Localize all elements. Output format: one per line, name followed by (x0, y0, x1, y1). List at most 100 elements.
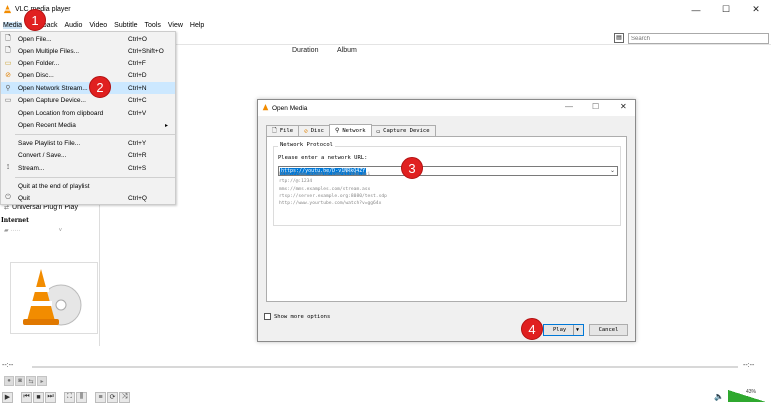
menu-tools[interactable]: Tools (145, 22, 161, 29)
chevron-down-icon[interactable]: ▼ (576, 327, 579, 333)
folder-icon: ▭ (4, 60, 12, 67)
menu-subtitle[interactable]: Subtitle (114, 22, 137, 29)
dialog-minimize-button[interactable]: — (565, 102, 573, 111)
media-menu: 🗋 Open File... Ctrl+O 🗋 Open Multiple Fi… (0, 31, 176, 205)
shuffle-icon[interactable]: ⤨ (119, 391, 130, 403)
previous-icon[interactable]: ⏮ (21, 391, 32, 403)
stop-icon[interactable]: ■ (33, 391, 44, 403)
tab-label: File (279, 128, 294, 134)
column-album[interactable]: Album (337, 47, 357, 54)
files-icon: 🗋 (5, 46, 11, 54)
tab-label: Network (342, 127, 366, 134)
loop-icon[interactable]: ⟳ (107, 391, 118, 403)
menu-bar: Media Playback Audio Video Subtitle Tool… (0, 19, 771, 31)
disc-icon: ⊘ (304, 127, 308, 135)
play-icon[interactable]: ▶ (2, 391, 13, 403)
show-more-label: Show more options (274, 313, 331, 320)
title-bar: VLC media player — ☐ ✕ (0, 0, 771, 19)
close-button[interactable]: ✕ (741, 0, 771, 19)
step-badge-2: 2 (89, 76, 111, 98)
step-badge-3: 3 (401, 157, 423, 179)
network-icon: ⚲ (334, 127, 340, 134)
cancel-button[interactable]: Cancel (589, 324, 628, 336)
time-total: --:-- (743, 362, 755, 369)
step-badge-4: 4 (521, 318, 543, 340)
frame-step-icon[interactable]: ▸ (37, 376, 47, 386)
upnp-icon: ⇄ (4, 205, 10, 211)
tab-file[interactable]: 🗋 File (266, 125, 300, 136)
sidebar-section-internet: Internet (1, 217, 29, 224)
menu-view[interactable]: View (168, 22, 183, 29)
menu-item-open-network-stream[interactable]: ⚲ Open Network Stream... Ctrl+N (1, 82, 175, 94)
playlist-header: Duration Album (180, 46, 770, 58)
capture-icon: ▭ (376, 127, 381, 135)
menu-item-open-disc[interactable]: ⊘ Open Disc... Ctrl+D (1, 69, 175, 81)
menu-item-open-recent-media[interactable]: Open Recent Media ▸ (1, 119, 175, 131)
menu-item-open-location-clipboard[interactable]: Open Location from clipboard Ctrl+V (1, 107, 175, 119)
tab-label: Capture Device (383, 128, 430, 134)
file-icon: 🗋 (272, 127, 277, 134)
vlc-cone-icon (3, 5, 12, 14)
tab-capture-device[interactable]: ▭ Capture Device (370, 125, 436, 136)
play-label: Play (553, 327, 567, 333)
menu-item-open-multiple-files[interactable]: 🗋 Open Multiple Files... Ctrl+Shift+O (1, 45, 175, 57)
column-duration[interactable]: Duration (292, 47, 318, 54)
volume-control[interactable]: 🔈 43% (714, 389, 768, 403)
show-more-checkbox[interactable] (264, 313, 271, 320)
menu-separator (15, 134, 175, 135)
menu-item-open-capture-device[interactable]: ▭ Open Capture Device... Ctrl+C (1, 94, 175, 106)
search-input[interactable] (628, 33, 769, 44)
menu-separator (15, 177, 175, 178)
file-icon: 🗋 (5, 34, 11, 42)
submenu-arrow-icon: ▸ (165, 122, 169, 129)
dialog-close-button[interactable]: ✕ (620, 102, 627, 111)
fullscreen-icon[interactable]: ⛶ (64, 391, 75, 403)
step-badge-1: 1 (24, 9, 46, 31)
group-title: Network Protocol (278, 142, 335, 148)
maximize-button[interactable]: ☐ (711, 0, 741, 19)
example-line: http://www.example.com/stream.avi (279, 172, 371, 177)
dialog-title: Open Media (272, 104, 308, 112)
menu-item-convert-save[interactable]: Convert / Save... Ctrl+R (1, 149, 175, 161)
menu-media[interactable]: Media (3, 21, 23, 29)
seek-slider[interactable] (32, 366, 738, 368)
minimize-button[interactable]: — (681, 0, 711, 19)
dialog-maximize-button[interactable]: ☐ (592, 102, 599, 111)
play-button[interactable]: Play ▼ (543, 324, 584, 336)
sidebar-item-partial[interactable]: ▰ ····· ˅ (4, 227, 62, 234)
playlist-view-icon[interactable]: ▤ (614, 33, 624, 43)
menu-video[interactable]: Video (89, 22, 107, 29)
example-line: http://www.yourtube.com/watch?v=gg64x (279, 201, 382, 207)
menu-audio[interactable]: Audio (64, 22, 82, 29)
snapshot-icon[interactable]: ◙ (15, 376, 25, 386)
playback-controls: ▶ ⏮ ■ ⏭ ⛶ ⫼ ≡ ⟳ ⤨ (2, 391, 131, 403)
menu-help[interactable]: Help (190, 22, 204, 29)
dialog-tabs: 🗋 File ⊘ Disc ⚲ Network ▭ Capture Device (266, 124, 436, 136)
url-label: Please enter a network URL: (278, 155, 368, 161)
menu-item-stream[interactable]: ⟟ Stream... Ctrl+S (1, 162, 175, 174)
vlc-cone-disc-icon (23, 269, 82, 326)
menu-item-quit-end-playlist[interactable]: Quit at the end of playlist (1, 180, 175, 192)
speaker-icon[interactable]: 🔈 (714, 392, 724, 401)
url-examples: http://www.example.com/stream.avi rtp://… (279, 171, 387, 207)
extended-settings-icon[interactable]: ⫼ (76, 391, 87, 403)
record-icon[interactable]: ● (4, 376, 14, 386)
loop-ab-icon[interactable]: ⇆ (26, 376, 36, 386)
sidebar-item-upnp[interactable]: ⇄ Universal Plug'n Play (4, 204, 78, 211)
network-tab-panel: Network Protocol Please enter a network … (266, 136, 627, 302)
chevron-down-icon[interactable]: ⌄ (610, 167, 615, 174)
time-elapsed: --:-- (2, 362, 14, 369)
dialog-title-bar: Open Media — ☐ ✕ (258, 100, 635, 116)
vlc-cone-icon (262, 104, 269, 111)
show-more-options[interactable]: Show more options (264, 313, 330, 320)
menu-item-quit[interactable]: ⏻ Quit Ctrl+Q (1, 192, 175, 204)
network-icon: ⚲ (5, 85, 11, 92)
menu-item-save-playlist[interactable]: Save Playlist to File... Ctrl+Y (1, 137, 175, 149)
tab-disc[interactable]: ⊘ Disc (298, 125, 330, 136)
next-icon[interactable]: ⏭ (45, 391, 56, 403)
stream-icon: ⟟ (6, 164, 10, 171)
playlist-icon[interactable]: ≡ (95, 391, 106, 403)
menu-item-open-file[interactable]: 🗋 Open File... Ctrl+O (1, 33, 175, 45)
tab-network[interactable]: ⚲ Network (328, 124, 372, 136)
menu-item-open-folder[interactable]: ▭ Open Folder... Ctrl+F (1, 57, 175, 69)
